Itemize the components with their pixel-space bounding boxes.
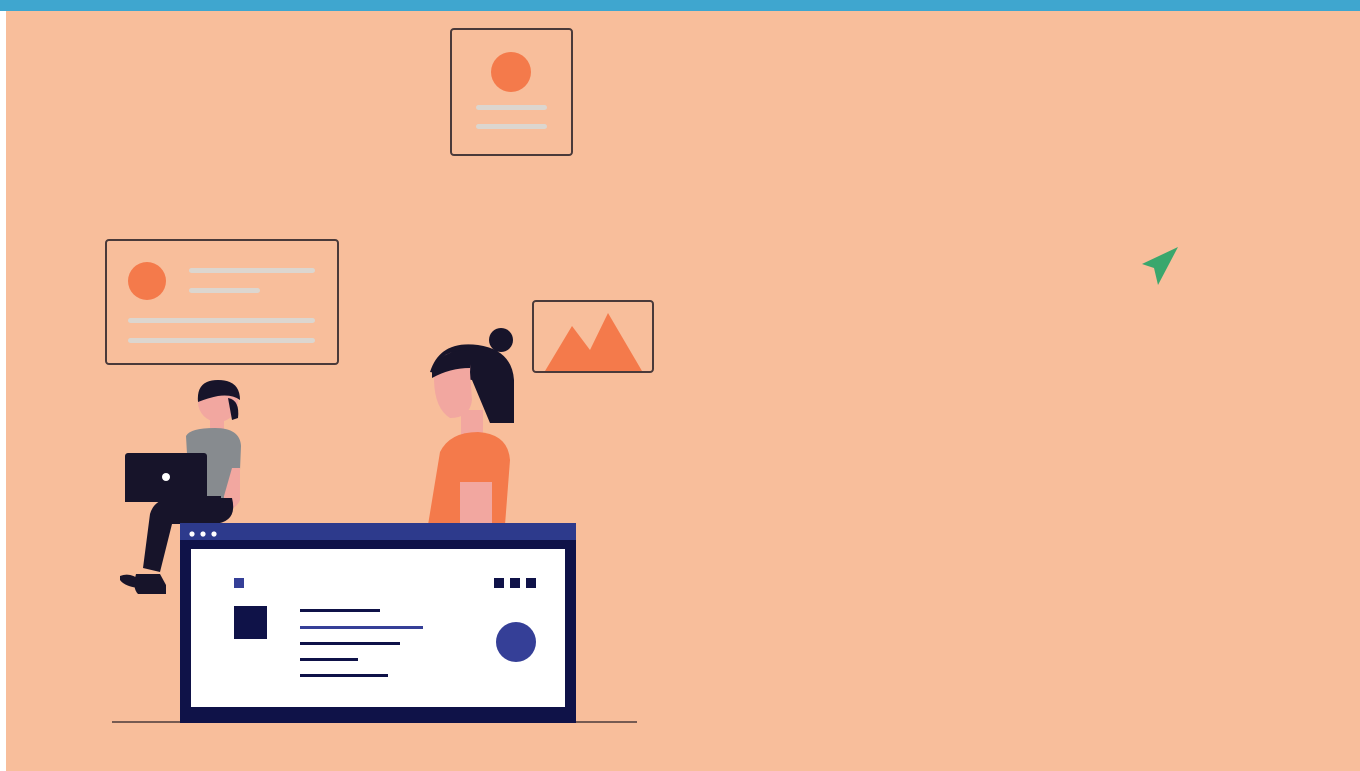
illustration-page bbox=[0, 0, 1360, 771]
window-dot-icon bbox=[200, 531, 206, 537]
profile-card-top bbox=[450, 28, 573, 156]
navigation-arrow-icon bbox=[1142, 247, 1178, 285]
avatar-circle-icon bbox=[128, 262, 166, 300]
team-illustration bbox=[105, 28, 1178, 723]
window-dot-icon bbox=[211, 531, 217, 537]
browser-window bbox=[180, 523, 576, 723]
woman-figure bbox=[428, 328, 514, 525]
window-dot-icon bbox=[189, 531, 195, 537]
profile-card-wide bbox=[105, 239, 339, 365]
mountain-image-icon bbox=[545, 313, 642, 371]
image-card bbox=[532, 300, 654, 373]
avatar-circle-icon bbox=[491, 52, 531, 92]
